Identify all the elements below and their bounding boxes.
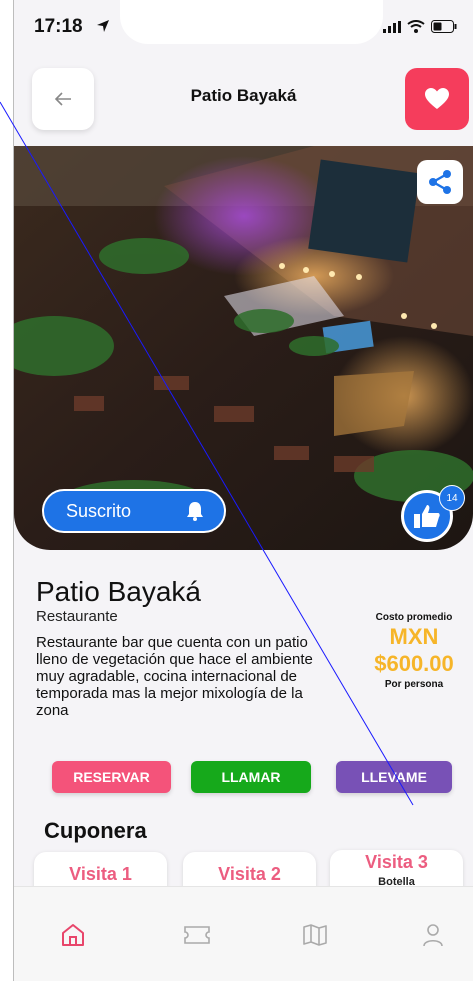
notch bbox=[120, 0, 383, 44]
action-buttons: RESERVAR LLAMAR LLEVAME bbox=[14, 761, 473, 793]
signal-icon bbox=[383, 20, 401, 33]
share-button[interactable] bbox=[417, 160, 463, 204]
status-time: 17:18 bbox=[34, 16, 83, 37]
tab-coupons[interactable] bbox=[179, 917, 215, 953]
status-icons bbox=[383, 20, 457, 33]
wifi-icon bbox=[407, 20, 425, 33]
subscribe-label: Suscrito bbox=[66, 500, 132, 521]
price-unit: Por persona bbox=[384, 679, 444, 690]
coupon-label: Visita 1 bbox=[69, 864, 132, 884]
restaurant-name: Patio Bayaká bbox=[36, 576, 201, 607]
battery-icon bbox=[431, 20, 457, 33]
like-count-badge: 14 bbox=[439, 485, 465, 511]
bell-icon bbox=[187, 502, 203, 521]
favorite-button[interactable] bbox=[405, 68, 469, 130]
thumbs-up-icon bbox=[414, 505, 440, 528]
price-block: Costo promedio MXN $600.00 Por persona bbox=[364, 612, 464, 690]
coupon-label: Visita 2 bbox=[218, 864, 281, 884]
tab-map[interactable] bbox=[297, 917, 333, 953]
price-value: $600.00 bbox=[374, 651, 454, 676]
heart-icon bbox=[425, 88, 449, 109]
coupon-label: Visita 3 bbox=[365, 852, 428, 872]
hero-image: Suscrito 14 bbox=[14, 146, 473, 550]
tab-profile[interactable] bbox=[415, 917, 451, 953]
header: Patio Bayaká bbox=[14, 68, 473, 134]
user-icon bbox=[423, 924, 443, 947]
llamar-button[interactable]: LLAMAR bbox=[191, 761, 311, 793]
reservar-button[interactable]: RESERVAR bbox=[52, 761, 171, 793]
phone-screen: 17:18 Patio Bayaká Suscrito 14 Patio Bay… bbox=[14, 0, 473, 981]
price-currency: MXN bbox=[389, 624, 439, 649]
subscribe-button[interactable]: Suscrito bbox=[42, 489, 226, 533]
restaurant-description: Restaurante bar que cuenta con un patio … bbox=[36, 634, 313, 719]
ticket-icon bbox=[184, 926, 210, 944]
tab-home[interactable] bbox=[55, 917, 91, 953]
location-arrow-icon bbox=[97, 20, 109, 32]
home-icon bbox=[62, 924, 84, 946]
share-icon bbox=[429, 170, 451, 194]
tab-bar bbox=[14, 886, 473, 981]
map-icon bbox=[303, 924, 327, 946]
restaurant-type: Restaurante bbox=[36, 608, 118, 625]
status-bar: 17:18 bbox=[14, 0, 473, 58]
llevame-button[interactable]: LLEVAME bbox=[336, 761, 452, 793]
price-label: Costo promedio bbox=[375, 612, 453, 623]
coupons-title: Cuponera bbox=[44, 818, 147, 843]
